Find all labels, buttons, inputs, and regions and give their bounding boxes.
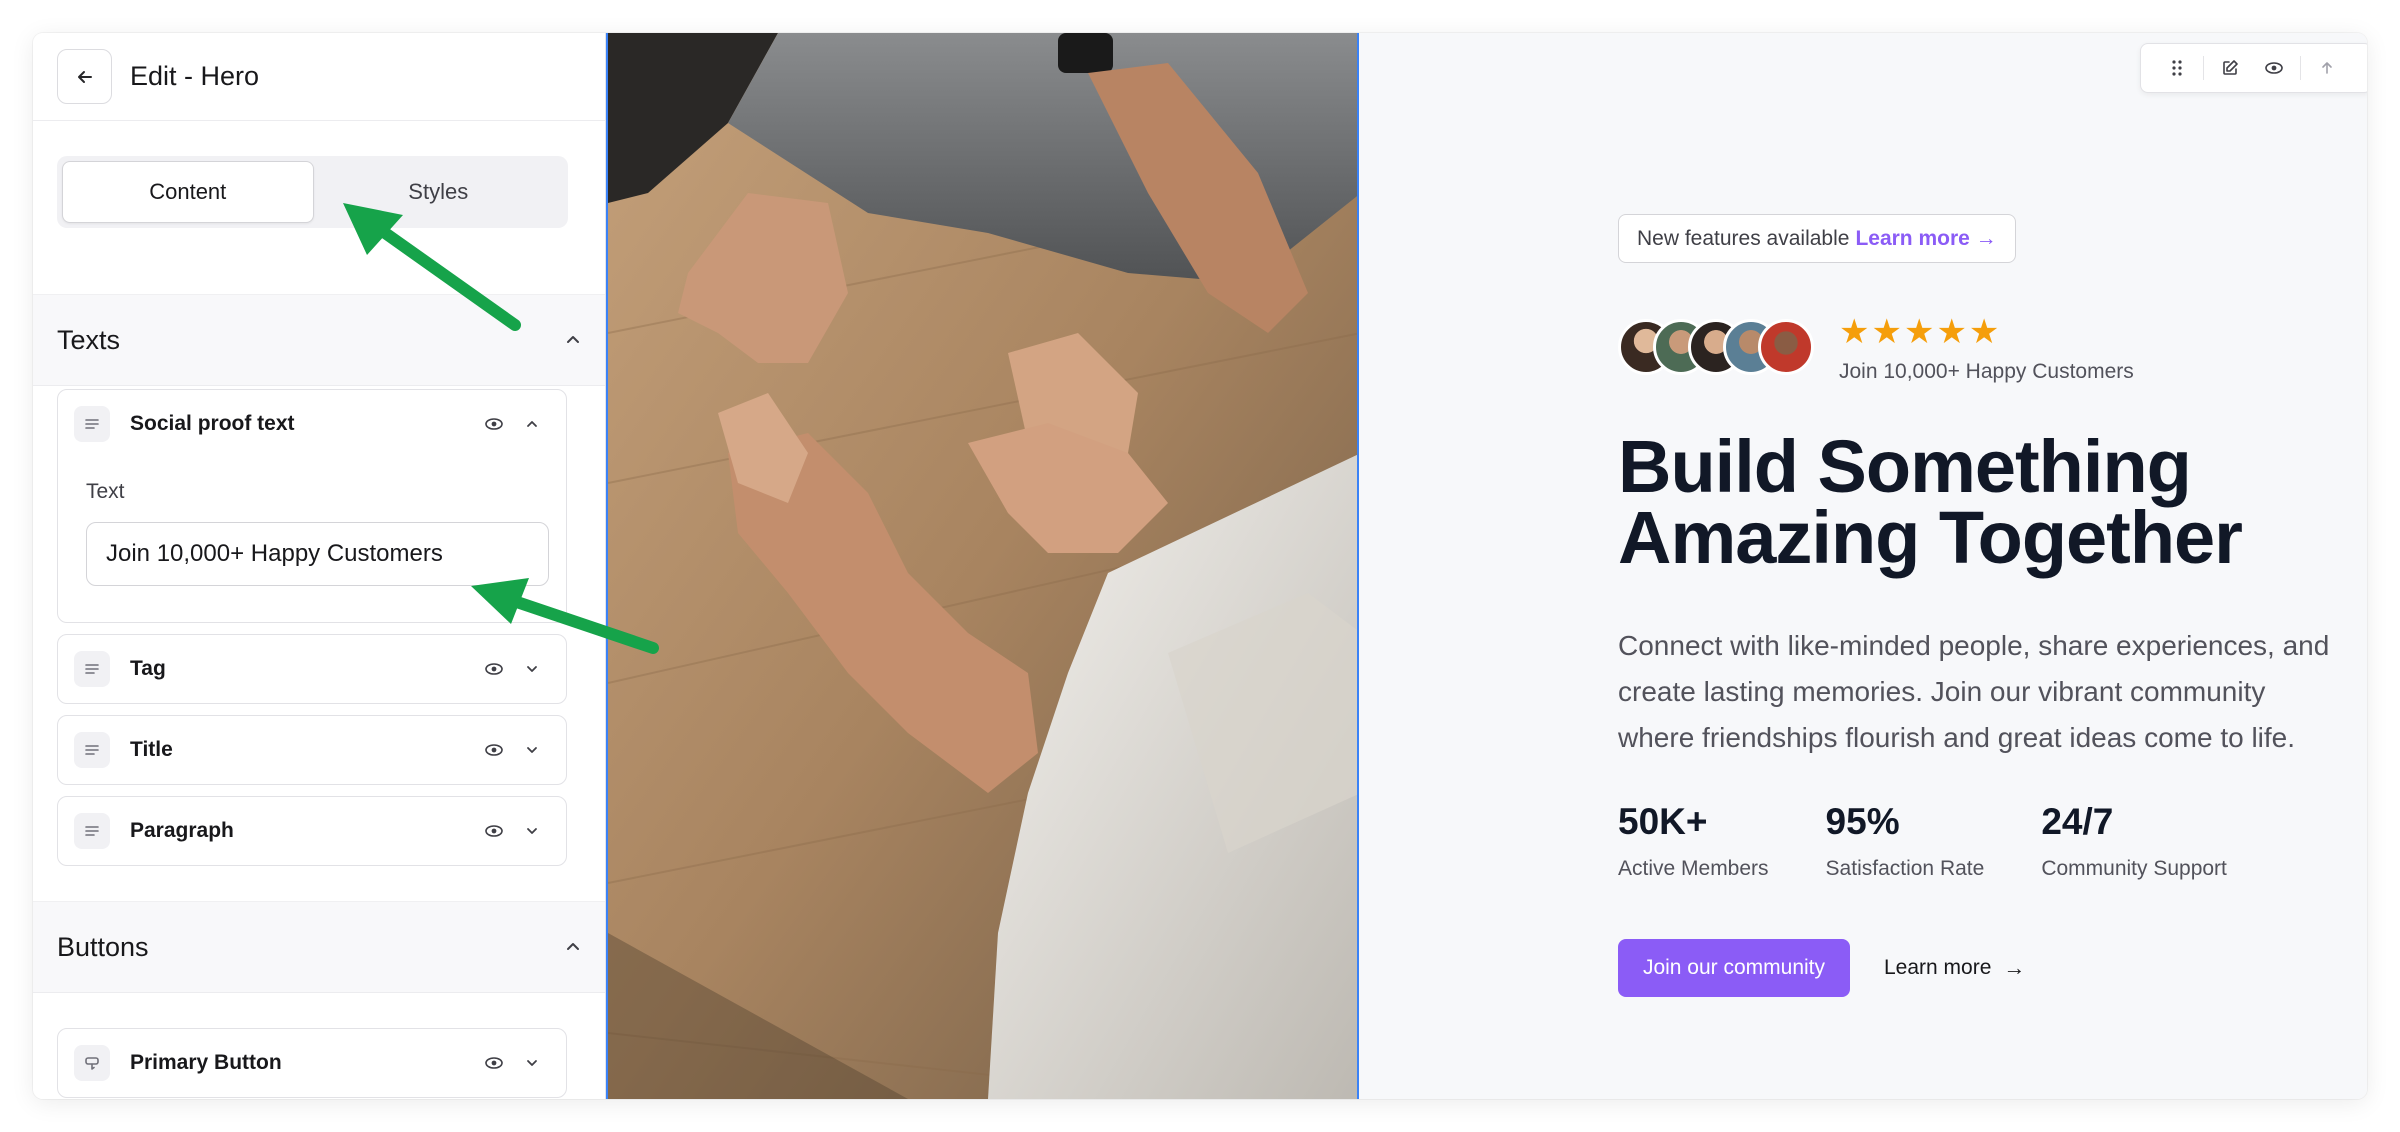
chevron-down-icon[interactable] [524,1055,540,1071]
stat-value: 24/7 [2041,801,2114,842]
social-proof-text-item: Social proof text Text [57,389,567,623]
sidebar-header: Edit - Hero [33,33,605,121]
tag-item[interactable]: Tag [57,634,567,704]
texts-section-title: Texts [57,324,121,355]
edit-button[interactable] [2208,46,2252,90]
chevron-up-icon[interactable] [524,416,540,432]
move-up-button[interactable] [2305,46,2349,90]
item-label: Paragraph [130,819,234,842]
hero-title: Build Something Amazing Together [1618,430,2338,575]
drag-handle-button[interactable] [2155,46,2199,90]
chevron-down-icon[interactable] [524,742,540,758]
hero-title-line-2: Amazing Together [1618,496,2243,579]
stat-label: Active Members [1618,857,1769,880]
toolbar-divider [2203,56,2204,80]
arrow-right-icon: → [2003,955,2026,980]
eye-icon[interactable] [484,740,504,760]
primary-button-item[interactable]: Primary Button [57,1028,567,1098]
tag-learn-more-link[interactable]: Learn more → [1855,227,1996,251]
learn-more-label: Learn more [1884,956,1992,979]
eye-icon [2265,62,2283,74]
back-button[interactable] [57,49,112,104]
title-item[interactable]: Title [57,715,567,785]
chevron-down-icon[interactable] [524,823,540,839]
stats-row: 50K+ Active Members 95% Satisfaction Rat… [1618,801,2284,881]
text-lines-icon [74,651,110,687]
stat-value: 95% [1825,801,1900,842]
hero-preview: New features available Learn more → ★★★★… [606,33,2367,1099]
join-community-button[interactable]: Join our community [1618,939,1850,997]
tag-text: New features available [1637,226,1850,250]
section-toolbar [2140,43,2367,93]
tab-styles[interactable]: Styles [314,161,564,223]
content-styles-tabs: Content Styles [57,156,568,228]
eye-icon[interactable] [484,414,504,434]
text-lines-icon [74,732,110,768]
stat-label: Satisfaction Rate [1825,857,1985,880]
tag-pill[interactable]: New features available Learn more → [1618,214,2016,263]
stat-label: Community Support [2041,857,2227,880]
visibility-button[interactable] [2252,46,2296,90]
toolbar-divider [2300,56,2301,80]
item-label: Title [130,738,173,761]
eye-icon[interactable] [484,1053,504,1073]
buttons-section-header[interactable]: Buttons [33,901,605,993]
sidebar-title: Edit - Hero [130,61,260,91]
editor-window: Edit - Hero Content Styles Texts Social … [33,33,2367,1099]
edit-icon [2223,60,2238,75]
eye-icon[interactable] [484,821,504,841]
stat-item: 24/7 Community Support [2041,801,2227,881]
drag-handle-icon [2172,60,2182,76]
text-lines-icon [74,406,110,442]
button-icon [74,1045,110,1081]
social-proof-text: Join 10,000+ Happy Customers [1839,360,2134,383]
hero-paragraph: Connect with like-minded people, share e… [1618,630,2330,753]
arrow-up-icon [2322,62,2332,74]
avatar [1758,319,1814,375]
item-label: Social proof text [130,412,295,435]
avatar-group [1618,319,1814,375]
texts-section-header[interactable]: Texts [33,294,605,386]
chevron-down-icon[interactable] [524,661,540,677]
item-header[interactable]: Social proof text [58,390,566,458]
item-label: Primary Button [130,1051,282,1074]
eye-icon[interactable] [484,659,504,679]
chevron-up-icon[interactable] [564,331,582,349]
item-label: Tag [130,657,166,680]
hands-photo [608,33,1357,1099]
learn-more-button[interactable]: Learn more → [1884,939,2025,997]
paragraph-item[interactable]: Paragraph [57,796,567,866]
stat-item: 50K+ Active Members [1618,801,1769,881]
stat-item: 95% Satisfaction Rate [1826,801,1985,881]
rating-stars-icon: ★★★★★ [1839,313,2002,351]
text-field-label: Text [86,480,125,503]
chevron-up-icon[interactable] [564,938,582,956]
hero-image[interactable] [606,33,1359,1099]
tab-content[interactable]: Content [62,161,314,223]
text-lines-icon [74,813,110,849]
buttons-section-title: Buttons [57,931,149,962]
arrow-left-icon [77,70,92,83]
editor-sidebar: Edit - Hero Content Styles Texts Social … [33,33,606,1099]
social-proof-text-input[interactable] [86,522,549,586]
stat-value: 50K+ [1618,801,1708,842]
